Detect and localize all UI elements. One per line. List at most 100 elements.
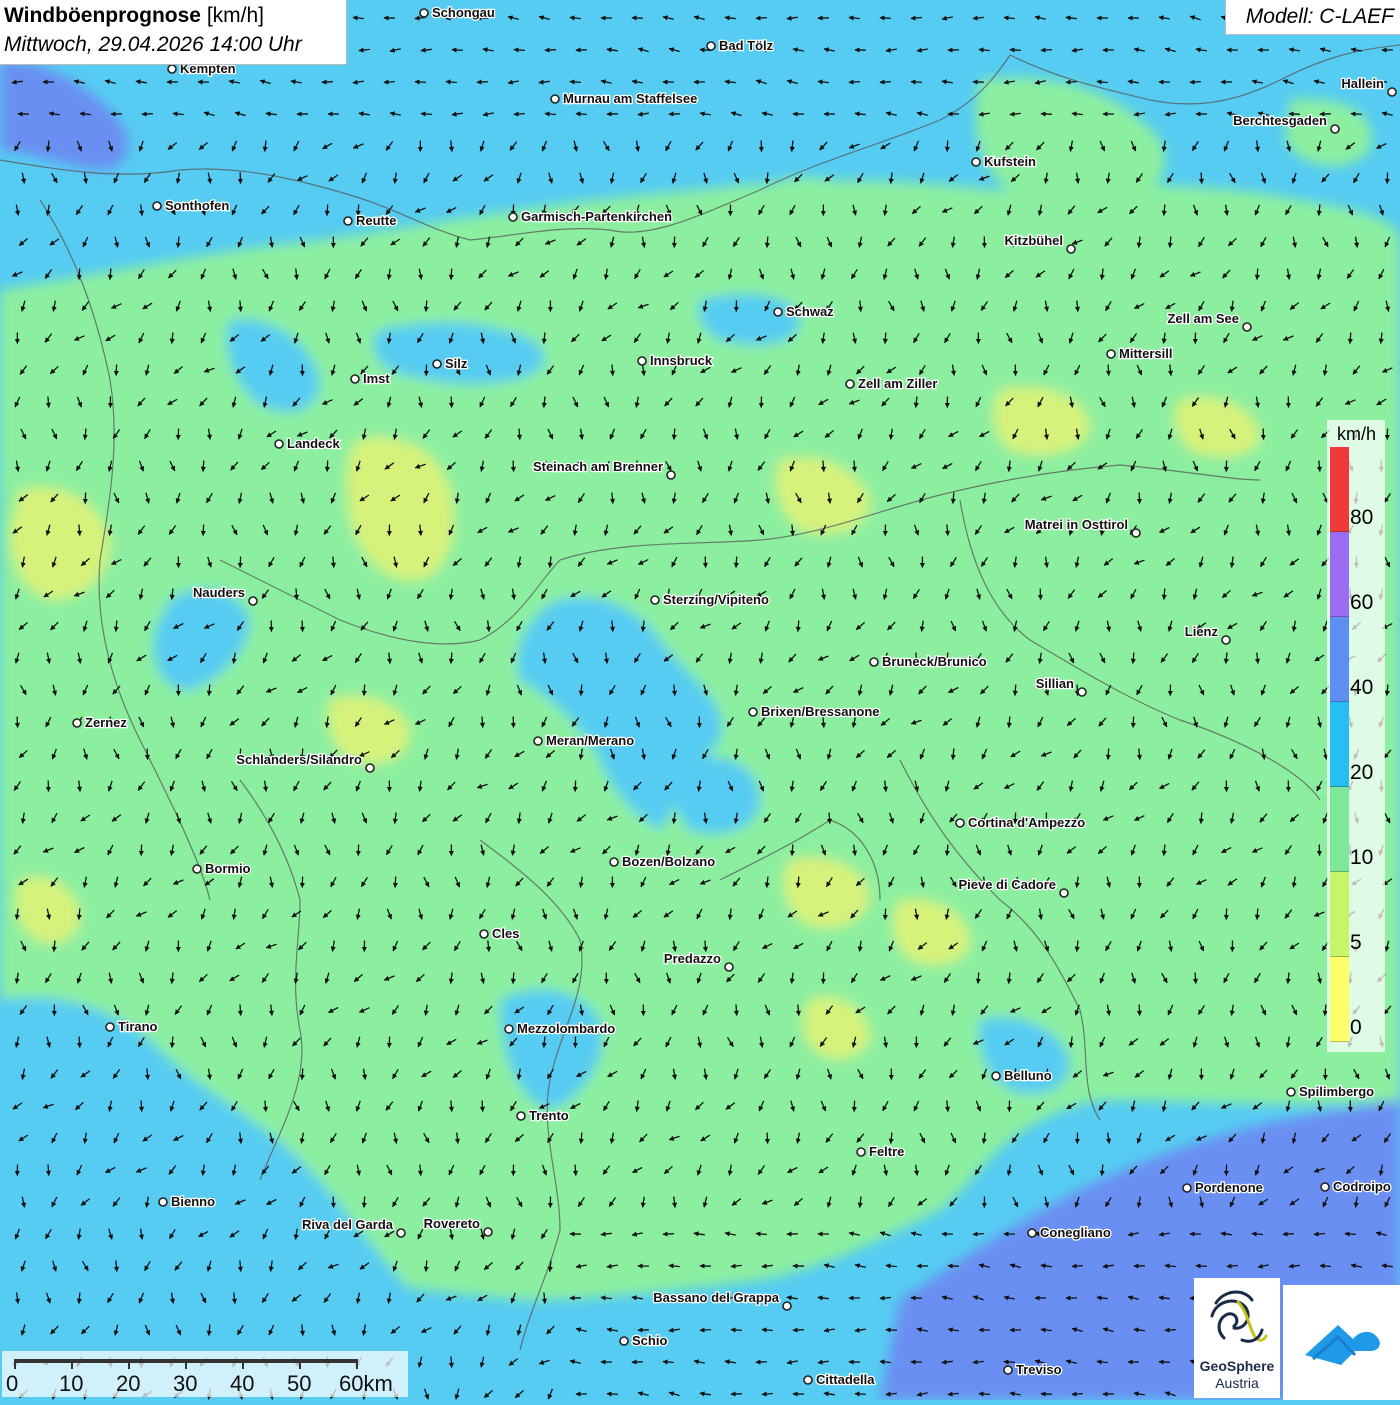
place-dot (774, 308, 782, 316)
logo-sub: Austria (1194, 1375, 1280, 1391)
wind-arrow (203, 461, 204, 472)
scale-label: 0 (6, 1371, 18, 1397)
place-marker: Garmisch-Partenkirchen (509, 209, 672, 224)
place-label: Brixen/Bressanone (761, 704, 880, 719)
wind-arrow (731, 1330, 742, 1331)
place-dot (1321, 1183, 1329, 1191)
legend-label: 80 (1350, 506, 1373, 530)
place-label: Schwaz (786, 304, 834, 319)
legend-swatch (1330, 447, 1349, 532)
place-dot (1331, 125, 1339, 133)
place-dot (420, 9, 428, 17)
wind-arrow (570, 82, 581, 83)
wind-arrow (705, 941, 706, 952)
place-label: Zell am See (1167, 311, 1239, 326)
wind-arrow (79, 1037, 80, 1048)
place-dot (972, 158, 980, 166)
wind-arrow (885, 909, 886, 920)
wind-arrow (452, 50, 463, 51)
place-marker: Spilimbergo (1287, 1084, 1374, 1099)
wind-arrow (415, 82, 426, 83)
legend-label: 60 (1350, 591, 1373, 615)
wind-arrow (1196, 1266, 1207, 1267)
scale-bar: 0102030405060km (2, 1351, 408, 1397)
wind-arrow (513, 461, 514, 472)
legend-swatch (1330, 872, 1349, 957)
place-marker: Conegliano (1028, 1225, 1111, 1240)
wind-arrow (451, 1357, 452, 1368)
place-dot (857, 1148, 865, 1156)
wind-arrow (147, 749, 148, 760)
place-label: Cles (492, 926, 519, 941)
wind-arrow (142, 114, 153, 115)
place-dot (1067, 245, 1075, 253)
place-dot (484, 1228, 492, 1236)
place-label: Reutte (356, 213, 396, 228)
scale-tick (128, 1359, 130, 1369)
place-dot (551, 95, 559, 103)
wind-arrow (240, 301, 241, 312)
scale-label: 20 (116, 1371, 140, 1397)
weather-app-logo[interactable] (1283, 1285, 1400, 1400)
scale-tick (356, 1359, 358, 1369)
place-label: Schio (632, 1333, 667, 1348)
wind-arrow (1387, 173, 1388, 184)
place-label: Zell am Ziller (858, 376, 937, 391)
place-dot (509, 213, 517, 221)
legend-unit: km/h (1337, 424, 1376, 445)
wind-arrow (451, 269, 452, 280)
model-label: Modell: C-LAEF (1246, 5, 1394, 29)
place-label: Steinach am Brenner (533, 459, 663, 474)
wind-arrow (581, 685, 582, 696)
scale-tick (299, 1359, 301, 1369)
wind-gust-map[interactable]: SchongauBad TölzKemptenMurnau am Staffel… (0, 0, 1400, 1400)
wind-arrow (885, 333, 886, 344)
place-marker: Meran/Merano (534, 733, 634, 748)
wind-arrow (855, 1394, 866, 1395)
place-label: Sonthofen (165, 198, 229, 213)
wind-arrow (1041, 1394, 1052, 1395)
wind-arrow (209, 685, 210, 696)
place-dot (1028, 1229, 1036, 1237)
place-dot (1222, 636, 1230, 644)
geosphere-logo[interactable]: GeoSphere Austria (1194, 1278, 1280, 1398)
wind-arrow (240, 1261, 241, 1272)
place-dot (725, 963, 733, 971)
place-dot (992, 1072, 1000, 1080)
wind-arrow (1164, 589, 1165, 600)
wind-arrow (513, 973, 514, 984)
wind-arrow (79, 909, 80, 920)
place-dot (1243, 323, 1251, 331)
scale-label: 30 (173, 1371, 197, 1397)
place-dot (275, 440, 283, 448)
wind-arrow (1066, 82, 1077, 83)
wind-arrow (979, 1394, 990, 1395)
place-label: Sillian (1036, 676, 1074, 691)
wind-arrow (17, 717, 18, 728)
wind-arrow (116, 365, 117, 376)
wind-arrow (364, 1197, 365, 1208)
scale-label: 60km (339, 1371, 393, 1397)
wind-arrow (302, 1069, 303, 1080)
place-label: Belluno (1004, 1068, 1052, 1083)
place-label: Bormio (205, 861, 251, 876)
wind-arrow (364, 685, 365, 696)
wind-arrow (545, 50, 556, 51)
place-marker: Pordenone (1183, 1180, 1263, 1195)
legend-bar (1330, 447, 1349, 1042)
place-label: Matrei in Osttirol (1025, 517, 1128, 532)
wind-arrow (426, 301, 427, 312)
wind-arrow (798, 1005, 799, 1016)
wind-arrow (978, 973, 979, 984)
model-box: Modell: C-LAEF (1225, 0, 1400, 35)
place-label: Garmisch-Partenkirchen (521, 209, 672, 224)
place-label: Schongau (432, 5, 495, 20)
place-dot (106, 1023, 114, 1031)
wind-arrow (1283, 1234, 1294, 1235)
place-dot (1004, 1366, 1012, 1374)
wind-arrow (1351, 114, 1362, 115)
wind-arrow (973, 1234, 984, 1235)
wind-arrow (1041, 50, 1052, 51)
wind-arrow (947, 141, 948, 152)
place-label: Silz (445, 356, 468, 371)
